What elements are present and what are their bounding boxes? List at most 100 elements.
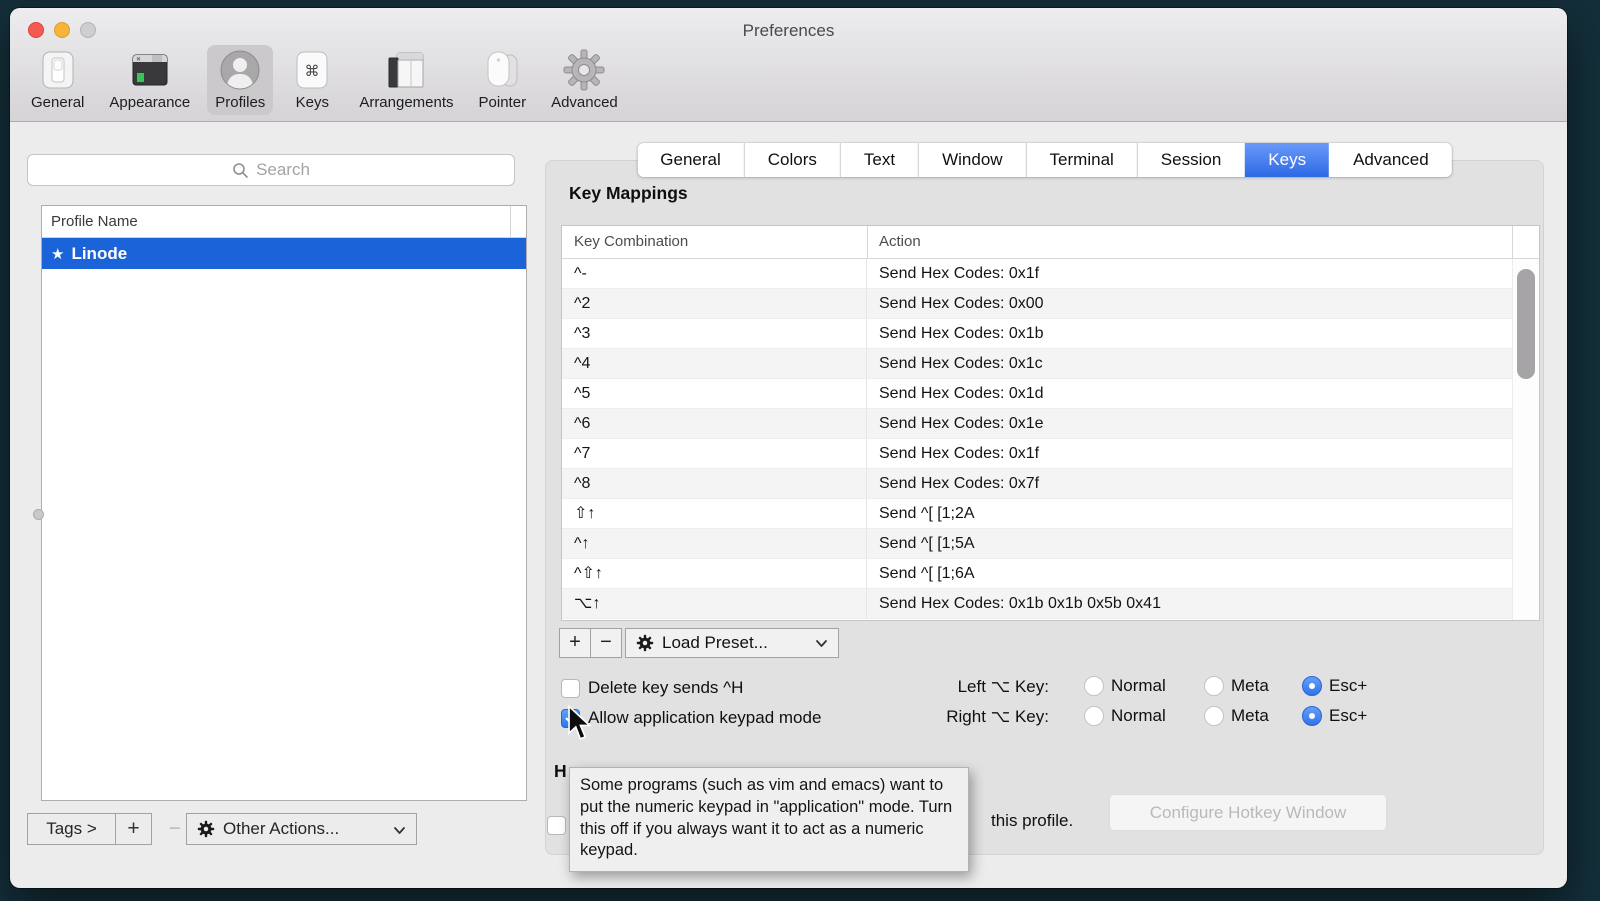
tags-button[interactable]: Tags > — [27, 813, 116, 845]
gear-icon — [197, 820, 215, 838]
radio-left-esc[interactable]: Esc+ — [1302, 676, 1367, 696]
search-icon — [232, 162, 249, 179]
key-mapping-row[interactable]: ^↑Send ^[ [1;5A — [562, 529, 1512, 559]
table-scrollbar-thumb[interactable] — [1517, 269, 1535, 379]
hotkey-checkbox[interactable] — [547, 816, 566, 835]
key-mapping-row[interactable]: ⇧↑Send ^[ [1;2A — [562, 499, 1512, 529]
terminal-window-icon — [128, 48, 172, 92]
gear-icon — [636, 634, 654, 652]
key-mapping-row[interactable]: ^4Send Hex Codes: 0x1c — [562, 349, 1512, 379]
key-combination-cell: ^↑ — [562, 529, 867, 558]
key-combination-cell: ^8 — [562, 469, 867, 498]
tab-text[interactable]: Text — [840, 143, 918, 177]
action-cell: Send Hex Codes: 0x1b — [867, 319, 1512, 348]
other-actions-label: Other Actions... — [223, 819, 339, 839]
toolbar-item-general[interactable]: General — [23, 45, 92, 115]
key-combination-cell: ^- — [562, 259, 867, 288]
key-mapping-row[interactable]: ^3Send Hex Codes: 0x1b — [562, 319, 1512, 349]
tab-keys[interactable]: Keys — [1244, 143, 1329, 177]
toolbar-item-appearance[interactable]: Appearance — [101, 45, 198, 115]
toolbar-item-pointer[interactable]: Pointer — [471, 45, 535, 115]
profile-name: Linode — [71, 244, 127, 264]
key-combination-cell: ^⇧↑ — [562, 559, 867, 588]
tab-colors[interactable]: Colors — [744, 143, 840, 177]
column-key-combination: Key Combination — [574, 226, 688, 258]
radio-label: Normal — [1111, 706, 1166, 726]
action-cell: Send Hex Codes: 0x1f — [867, 439, 1512, 468]
radio-label: Esc+ — [1329, 676, 1367, 696]
radio-left-meta[interactable]: Meta — [1204, 676, 1269, 696]
key-combination-cell: ^7 — [562, 439, 867, 468]
toolbar-item-label: Advanced — [551, 94, 618, 111]
action-cell: Send Hex Codes: 0x00 — [867, 289, 1512, 318]
toolbar-item-profiles[interactable]: Profiles — [207, 45, 273, 115]
key-mapping-row[interactable]: ^6Send Hex Codes: 0x1e — [562, 409, 1512, 439]
radio-label: Meta — [1231, 676, 1269, 696]
chevron-down-icon — [393, 826, 406, 835]
remove-key-mapping-button[interactable]: − — [590, 628, 622, 658]
tab-terminal[interactable]: Terminal — [1026, 143, 1137, 177]
preferences-toolbar: GeneralAppearanceProfiles⌘KeysArrangemen… — [23, 45, 626, 115]
preferences-window: Preferences GeneralAppearanceProfiles⌘Ke… — [10, 8, 1567, 888]
radio-button[interactable] — [1302, 706, 1322, 726]
key-mappings-table-header: Key Combination Action — [562, 226, 1539, 259]
gear-icon — [562, 48, 606, 92]
star-icon: ★ — [51, 245, 64, 263]
keypad-tooltip: Some programs (such as vim and emacs) wa… — [569, 767, 969, 872]
key-mapping-row[interactable]: ⌥↑Send Hex Codes: 0x1b 0x1b 0x5b 0x41 — [562, 589, 1512, 619]
other-actions-dropdown[interactable]: Other Actions... — [186, 813, 417, 845]
key-combination-cell: ^6 — [562, 409, 867, 438]
radio-label: Normal — [1111, 676, 1166, 696]
key-combination-cell: ⌥↑ — [562, 589, 867, 618]
key-mapping-row[interactable]: ^5Send Hex Codes: 0x1d — [562, 379, 1512, 409]
key-combination-cell: ^5 — [562, 379, 867, 408]
toolbar-item-arrangements[interactable]: Arrangements — [351, 45, 461, 115]
add-key-mapping-button[interactable]: + — [559, 628, 591, 658]
tab-general[interactable]: General — [637, 143, 743, 177]
tab-window[interactable]: Window — [918, 143, 1025, 177]
key-mapping-row[interactable]: ^2Send Hex Codes: 0x00 — [562, 289, 1512, 319]
profile-list-header: Profile Name — [42, 206, 526, 238]
pane-resize-handle[interactable] — [33, 509, 44, 520]
toolbar-item-keys[interactable]: ⌘Keys — [282, 45, 342, 115]
table-scrollbar-track[interactable] — [1512, 259, 1539, 620]
load-preset-dropdown[interactable]: Load Preset... — [625, 628, 839, 658]
mouse-icon — [480, 48, 524, 92]
action-cell: Send Hex Codes: 0x1e — [867, 409, 1512, 438]
toolbar-item-advanced[interactable]: Advanced — [543, 45, 626, 115]
radio-button[interactable] — [1302, 676, 1322, 696]
key-mapping-row[interactable]: ^8Send Hex Codes: 0x7f — [562, 469, 1512, 499]
radio-button[interactable] — [1084, 706, 1104, 726]
profile-list: Profile Name ★ Linode — [41, 205, 527, 801]
key-combination-cell: ^3 — [562, 319, 867, 348]
configure-hotkey-window-button[interactable]: Configure Hotkey Window — [1109, 794, 1387, 831]
key-mapping-row[interactable]: ^7Send Hex Codes: 0x1f — [562, 439, 1512, 469]
key-mapping-row[interactable]: ^⇧↑Send ^[ [1;6A — [562, 559, 1512, 589]
action-cell: Send Hex Codes: 0x1b 0x1b 0x5b 0x41 — [867, 589, 1512, 618]
window-title: Preferences — [10, 21, 1567, 41]
radio-button[interactable] — [1084, 676, 1104, 696]
profile-settings-panel: GeneralColorsTextWindowTerminalSessionKe… — [545, 160, 1544, 855]
hotkey-heading-partial: H — [554, 761, 567, 782]
radio-right-meta[interactable]: Meta — [1204, 706, 1269, 726]
key-combination-cell: ^2 — [562, 289, 867, 318]
add-profile-button[interactable]: + — [115, 813, 152, 845]
key-mapping-row[interactable]: ^-Send Hex Codes: 0x1f — [562, 259, 1512, 289]
profile-tabs: GeneralColorsTextWindowTerminalSessionKe… — [637, 143, 1451, 177]
radio-right-normal[interactable]: Normal — [1084, 706, 1166, 726]
tab-session[interactable]: Session — [1137, 143, 1244, 177]
profile-row-linode[interactable]: ★ Linode — [42, 238, 526, 269]
radio-button[interactable] — [1204, 706, 1224, 726]
left-option-key-row: Left ⌥ Key:NormalMetaEsc+ — [546, 677, 1543, 699]
radio-left-normal[interactable]: Normal — [1084, 676, 1166, 696]
key-combination-cell: ⇧↑ — [562, 499, 867, 528]
radio-right-esc[interactable]: Esc+ — [1302, 706, 1367, 726]
search-input[interactable]: Search — [27, 154, 515, 186]
key-combination-cell: ^4 — [562, 349, 867, 378]
titlebar: Preferences GeneralAppearanceProfiles⌘Ke… — [10, 8, 1567, 122]
person-icon — [218, 48, 262, 92]
action-cell: Send ^[ [1;6A — [867, 559, 1512, 588]
tab-advanced[interactable]: Advanced — [1329, 143, 1452, 177]
radio-button[interactable] — [1204, 676, 1224, 696]
key-mappings-table: Key Combination Action ^-Send Hex Codes:… — [561, 225, 1540, 621]
